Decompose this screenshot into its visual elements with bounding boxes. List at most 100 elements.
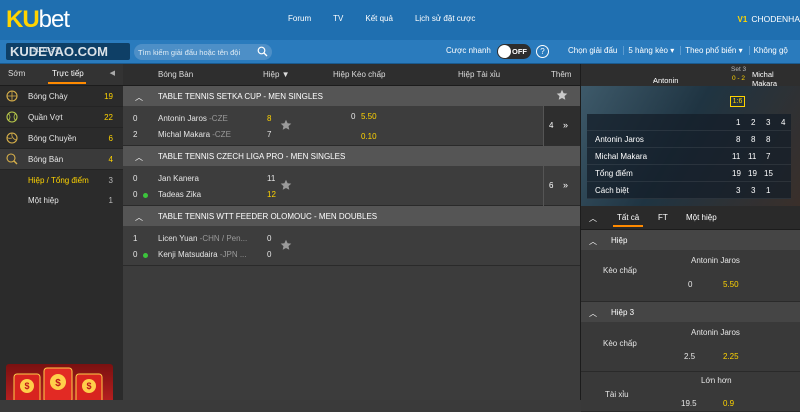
chevron-icon[interactable]: ◀	[110, 69, 115, 77]
nav-results[interactable]: Kết quả	[365, 14, 393, 23]
collapse-caret-icon[interactable]: ︿	[589, 236, 597, 247]
handicap-odds-away[interactable]: 0.10	[361, 132, 377, 141]
sport-count: 6	[108, 134, 113, 143]
subitem-count: 1	[108, 196, 113, 205]
sidebar-tabs: Sớm Trực tiếp ◀	[0, 64, 123, 86]
team-away: Tadeas Zika	[158, 190, 202, 199]
collapse-caret-icon[interactable]: ︿	[589, 213, 597, 224]
odds-rows-dropdown[interactable]: 5 hàng kèo ▾	[623, 46, 674, 55]
nav-bet-history[interactable]: Lịch sử đặt cược	[415, 14, 475, 23]
toolbar: KUDEVAO.COM 11:11:37 Cược nhanh OFF ? Ch…	[0, 40, 800, 64]
sidebar-item-volleyball[interactable]: Bóng Chuyền 6	[0, 128, 123, 149]
market-row: Tài xỉu Lớn hơn 19.5 0.9	[581, 372, 800, 412]
tab-ft[interactable]: FT	[658, 213, 668, 222]
sidebar-item-table-tennis[interactable]: Bóng Bàn 4	[0, 149, 123, 170]
match-row[interactable]: 1 0 Licen Yuan -CHN / Pen... Kenji Matsu…	[123, 226, 580, 266]
help-icon[interactable]: ?	[536, 45, 549, 58]
points-away: 0	[267, 250, 272, 259]
quick-bet-label: Cược nhanh	[446, 46, 491, 55]
header-period-sort[interactable]: Hiệp ▼	[263, 70, 290, 79]
volleyball-icon	[6, 132, 18, 144]
team-country: -JPN ...	[217, 250, 247, 259]
user-account[interactable]: V1 CHODENHA	[738, 14, 800, 24]
search-icon[interactable]	[257, 46, 268, 59]
market-row: Kèo chấp Antonin Jaros 2.5 2.25	[581, 322, 800, 372]
kubet-logo[interactable]: KUbet	[6, 6, 70, 34]
set-score-away: 0	[133, 250, 138, 259]
svg-text:$: $	[24, 381, 29, 391]
svg-text:$: $	[86, 381, 91, 391]
cell: 8	[766, 135, 771, 144]
match-row[interactable]: 0 2 Antonin Jaros -CZE Michal Makara -CZ…	[123, 106, 580, 146]
points-home: 11	[267, 174, 276, 183]
more-markets-button[interactable]: 6 »	[543, 166, 580, 206]
tab-live[interactable]: Trực tiếp	[52, 69, 84, 78]
col-label: 4	[781, 118, 786, 127]
cell: 11	[748, 152, 757, 161]
favorite-star-icon[interactable]	[556, 89, 568, 103]
tennis-ball-icon	[6, 111, 18, 123]
cell: 7	[766, 152, 771, 161]
live-visualization: 1:6 1 2 3 4 Antonin Jaros 8 8 8 Michal M…	[581, 86, 800, 206]
nav-forum[interactable]: Forum	[288, 14, 311, 23]
cell: 1	[766, 186, 771, 195]
red-envelope-promo[interactable]: $ $ $	[6, 364, 113, 405]
select-league-button[interactable]: Chọn giải đấu	[564, 46, 617, 55]
double-chevron-right-icon: »	[563, 180, 569, 190]
cell: 19	[732, 169, 741, 178]
favorite-star-icon[interactable]	[280, 119, 292, 133]
username: CHODENHA	[751, 14, 800, 24]
points-away: 7	[267, 130, 272, 139]
collapse-caret-icon[interactable]: ︿	[135, 212, 143, 223]
more-markets-button[interactable]: 4 »	[543, 106, 580, 146]
double-chevron-right-icon: »	[563, 120, 569, 130]
live-indicator	[143, 191, 148, 200]
sidebar-item-baseball[interactable]: Bóng Chày 19	[0, 86, 123, 107]
market-section-header[interactable]: ︿ Hiệp	[581, 230, 800, 250]
market-odds[interactable]: 0.9	[723, 399, 734, 408]
sidebar-subitem-single-set[interactable]: Một hiệp 1	[0, 190, 123, 210]
sidebar-item-tennis[interactable]: Quần Vợt 22	[0, 107, 123, 128]
cell: 15	[764, 169, 773, 178]
match-detail-panel: Antonin Jaros -CZE Set 3 0 - 2 Michal Ma…	[580, 64, 800, 412]
league-header[interactable]: ︿ TABLE TENNIS CZECH LIGA PRO - MEN SING…	[123, 146, 580, 166]
tab-single-set[interactable]: Một hiệp	[686, 213, 717, 222]
tab-early[interactable]: Sớm	[8, 69, 25, 78]
market-team: Antonin Jaros	[691, 256, 740, 265]
section-title: Hiệp	[611, 236, 628, 245]
market-section-header[interactable]: ︿ Hiệp 3	[581, 302, 800, 322]
sport-label: Bóng Chày	[28, 92, 68, 101]
nav-tv[interactable]: TV	[333, 14, 343, 23]
sort-dropdown[interactable]: Theo phổ biến ▾	[680, 46, 743, 55]
league-header[interactable]: ︿ TABLE TENNIS WTT FEEDER OLOMOUC - MEN …	[123, 206, 580, 226]
sport-label: Bóng Bàn	[28, 155, 64, 164]
sport-count: 22	[104, 113, 113, 122]
active-tab-indicator	[48, 82, 86, 84]
collapse-caret-icon[interactable]: ︿	[135, 152, 143, 163]
market-odds[interactable]: 2.25	[723, 352, 739, 361]
league-header[interactable]: ︿ TABLE TENNIS SETKA CUP - MEN SINGLES	[123, 86, 580, 106]
group-option[interactable]: Không gộ	[748, 46, 788, 55]
header-more: Thêm	[551, 70, 572, 79]
collapse-caret-icon[interactable]: ︿	[589, 308, 597, 319]
red-envelope-icon: $ $ $	[13, 367, 103, 405]
search-box	[134, 44, 272, 60]
match-detail-header: Antonin Jaros -CZE Set 3 0 - 2 Michal Ma…	[581, 64, 800, 94]
subitem-label: Hiệp / Tổng điểm	[28, 176, 89, 185]
favorite-star-icon[interactable]	[280, 179, 292, 193]
quick-bet-toggle[interactable]: OFF	[497, 44, 531, 59]
cell: 8	[751, 135, 756, 144]
team-name: Licen Yuan	[158, 234, 198, 243]
market-odds[interactable]: 5.50	[723, 280, 739, 289]
collapse-caret-icon[interactable]: ︿	[135, 92, 143, 103]
tab-all[interactable]: Tất cả	[617, 213, 639, 222]
league-name: TABLE TENNIS CZECH LIGA PRO - MEN SINGLE…	[158, 152, 346, 161]
search-input[interactable]	[138, 46, 256, 58]
row-label: Michal Makara	[595, 152, 648, 161]
cell: 19	[748, 169, 757, 178]
sidebar-subitem-set-total[interactable]: Hiệp / Tổng điểm 3	[0, 170, 123, 190]
favorite-star-icon[interactable]	[280, 239, 292, 253]
match-row[interactable]: 0 0 Jan Kanera Tadeas Zika 11 12 6 »	[123, 166, 580, 206]
handicap-odds-home[interactable]: 5.50	[361, 112, 377, 121]
cell: 8	[736, 135, 741, 144]
